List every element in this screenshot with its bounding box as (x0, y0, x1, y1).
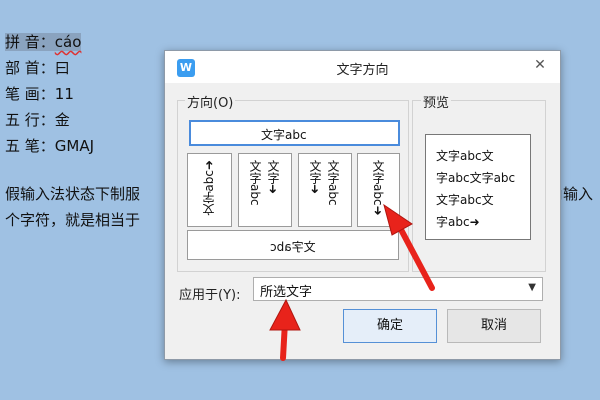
arrow-to-select (269, 298, 301, 361)
annotation-arrows (269, 203, 435, 361)
arrow-to-option (383, 203, 435, 291)
